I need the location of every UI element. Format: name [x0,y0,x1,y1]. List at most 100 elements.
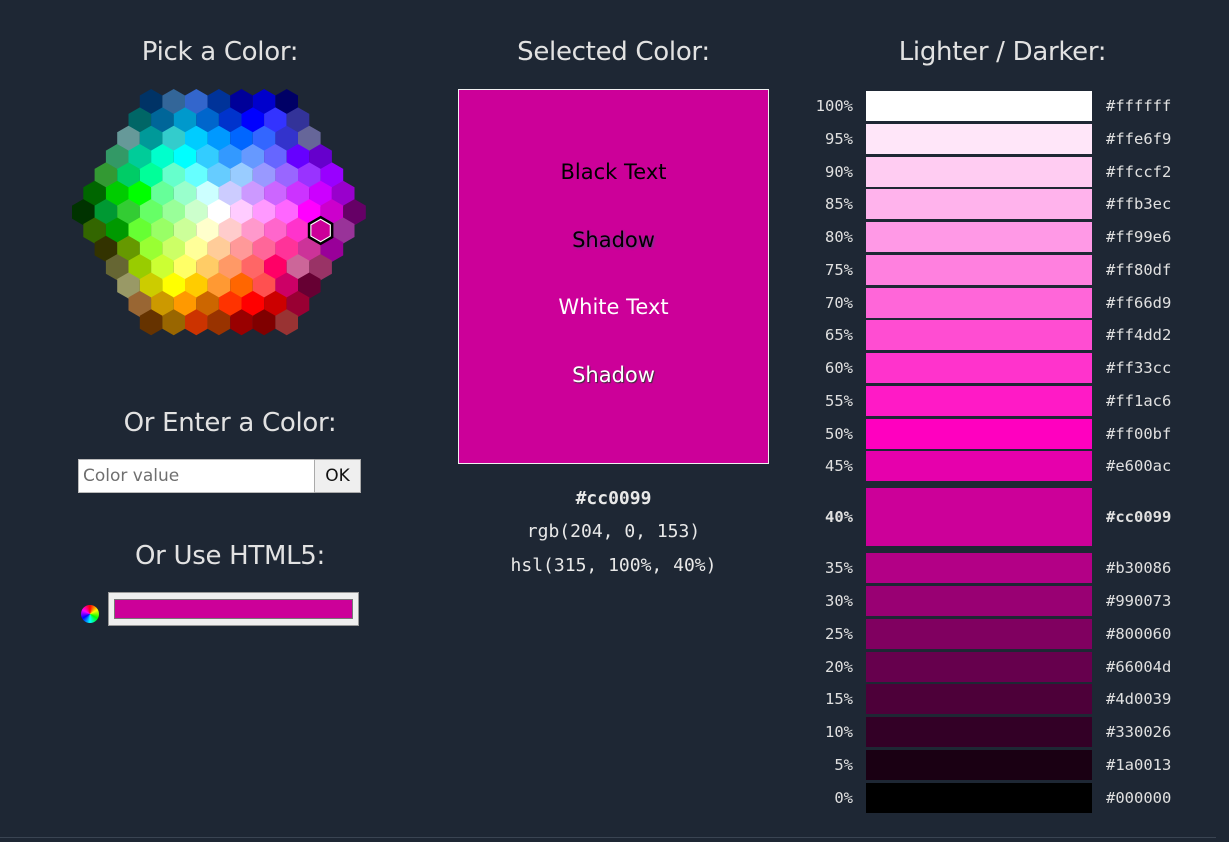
shade-percent-label: 60% [825,359,853,377]
shade-swatch[interactable] [866,156,1092,187]
shade-row[interactable]: 45% #e600ac [800,451,1205,482]
shade-hex-label: #e600ac [1106,457,1172,476]
shade-percent-label: 15% [825,690,853,709]
shade-swatch[interactable] [866,91,1092,121]
shade-hex-label: #ff66d9 [1106,293,1172,312]
shade-swatch[interactable] [866,123,1092,154]
shade-percent-label: 20% [825,657,853,676]
shade-hex-label: #ff99e6 [1106,228,1172,246]
shade-percent-label: 5% [834,755,853,774]
shade-row[interactable]: 40% #cc0099 [800,488,1205,547]
shade-row[interactable]: 75% #ff80df [800,254,1205,285]
shade-percent-label: 35% [825,559,853,578]
shades-list: 100% #ffffff 95% #ffe6f9 90% #ffccf2 85% #ffb3e… [800,91,1205,815]
lighter-darker-heading: Lighter / Darker: [898,37,1107,67]
shade-swatch[interactable] [866,320,1092,351]
shade-percent-label: 25% [825,624,853,643]
selected-color-heading: Selected Color: [517,37,710,67]
shade-swatch[interactable] [866,488,1092,547]
selected-hsl-value: hsl(315, 100%, 40%) [510,555,717,576]
html5-color-picker[interactable] [108,592,359,626]
shade-row[interactable]: 90% #ffccf2 [800,156,1205,187]
selected-rgb-value: rgb(204, 0, 153) [526,521,701,542]
html5-heading: Or Use HTML5: [134,541,325,571]
shade-row[interactable]: 15% #4d0039 [800,684,1205,715]
shade-hex-label: #cc0099 [1106,508,1172,527]
ok-button[interactable]: OK [314,459,361,493]
shade-percent-label: 70% [825,293,853,312]
shade-row[interactable]: 100% #ffffff [800,91,1205,121]
shade-percent-label: 55% [825,391,853,410]
shade-hex-label: #b30086 [1106,559,1172,578]
shade-swatch[interactable] [866,353,1092,383]
shade-row[interactable]: 55% #ff1ac6 [800,385,1205,416]
shade-swatch[interactable] [866,418,1092,449]
shade-percent-label: 65% [825,326,853,345]
hexagon-color-map[interactable] [60,80,380,350]
shade-hex-label: #66004d [1106,657,1172,676]
shade-hex-label: #4d0039 [1106,690,1172,709]
shade-row[interactable]: 60% #ff33cc [800,353,1205,383]
shade-hex-label: #000000 [1106,788,1172,807]
shade-percent-label: 45% [825,457,853,476]
shade-percent-label: 75% [825,260,853,279]
shade-row[interactable]: 20% #66004d [800,651,1205,682]
shade-hex-label: #ff4dd2 [1106,326,1172,345]
shade-row[interactable]: 10% #330026 [800,717,1205,747]
shade-hex-label: #990073 [1106,592,1172,610]
white-text-sample: White Text [558,295,669,319]
shade-hex-label: #ff00bf [1106,424,1172,443]
shade-percent-label: 80% [825,228,853,246]
shade-swatch[interactable] [866,222,1092,252]
shade-swatch[interactable] [866,684,1092,715]
shade-percent-label: 85% [825,195,853,214]
shade-hex-label: #ff1ac6 [1106,391,1172,410]
shade-swatch[interactable] [866,553,1092,584]
shade-swatch[interactable] [866,254,1092,285]
shade-percent-label: 30% [825,592,853,610]
shade-hex-label: #ffccf2 [1106,162,1172,181]
shade-hex-label: #330026 [1106,723,1172,741]
pick-color-heading: Pick a Color: [141,37,299,67]
shade-percent-label: 0% [834,788,853,807]
shade-row[interactable]: 50% #ff00bf [800,418,1205,449]
shade-swatch[interactable] [866,451,1092,482]
shade-row[interactable]: 95% #ffe6f9 [800,123,1205,154]
selected-hex-value: #cc0099 [575,488,652,509]
selected-color-preview: Black Text Shadow White Text Shadow [458,89,769,464]
shade-swatch[interactable] [866,385,1092,416]
shade-row[interactable]: 80% #ff99e6 [800,222,1205,252]
shade-swatch[interactable] [866,749,1092,780]
shade-percent-label: 90% [825,162,853,181]
shade-row[interactable]: 85% #ffb3ec [800,189,1205,220]
shade-percent-label: 50% [825,424,853,443]
html5-color-swatch [114,599,353,619]
shade-swatch[interactable] [866,651,1092,682]
shade-row[interactable]: 5% #1a0013 [800,749,1205,780]
bottom-divider [0,837,1216,838]
shade-swatch[interactable] [866,717,1092,747]
shade-percent-label: 40% [825,508,853,527]
white-shadow-text-sample: Shadow [572,363,655,387]
shade-hex-label: #ff33cc [1106,359,1172,377]
shade-swatch[interactable] [866,618,1092,649]
color-value-input[interactable] [78,459,315,493]
shade-swatch[interactable] [866,189,1092,220]
shade-percent-label: 100% [815,97,853,115]
shade-row[interactable]: 0% #000000 [800,782,1205,813]
shade-row[interactable]: 35% #b30086 [800,553,1205,584]
shade-swatch[interactable] [866,586,1092,616]
black-text-sample: Black Text [560,160,667,184]
hexagon-color-map-svg[interactable] [60,80,380,350]
shade-hex-label: #ff80df [1106,260,1172,279]
shade-swatch[interactable] [866,782,1092,813]
shade-hex-label: #ffe6f9 [1106,129,1172,148]
shade-row[interactable]: 30% #990073 [800,586,1205,616]
shade-row[interactable]: 25% #800060 [800,618,1205,649]
color-wheel-icon [81,605,99,623]
shade-row[interactable]: 65% #ff4dd2 [800,320,1205,351]
shade-row[interactable]: 70% #ff66d9 [800,287,1205,318]
black-shadow-text-sample: Shadow [572,228,655,252]
shade-swatch[interactable] [866,287,1092,318]
enter-color-heading: Or Enter a Color: [123,408,337,438]
